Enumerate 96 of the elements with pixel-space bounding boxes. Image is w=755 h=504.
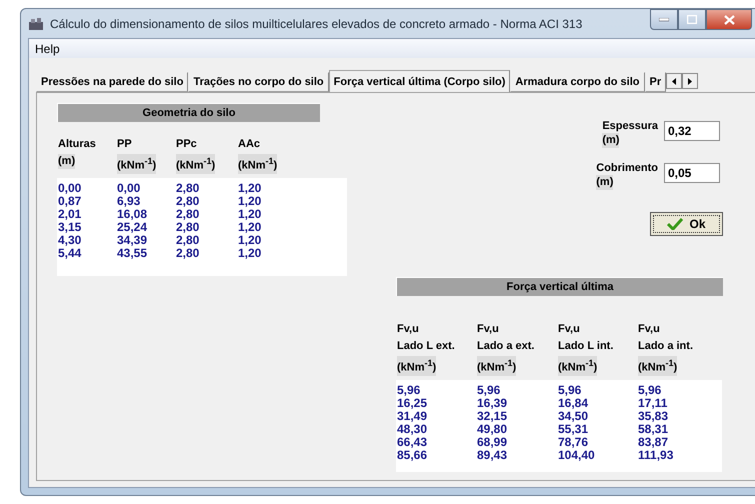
table-cell-text: 16,25 bbox=[396, 397, 428, 410]
window-title: Cálculo do dimensionamento de silos muilticelulares elevados de concreto armado - Norma ACI 313 bbox=[50, 16, 582, 30]
column-header: Fv,u bbox=[477, 322, 500, 336]
table-cell-text: 1,20 bbox=[237, 234, 262, 247]
table-cell-text: 68,99 bbox=[476, 436, 508, 449]
table-cell-text: 6,93 bbox=[116, 194, 142, 208]
unit-label: (m) bbox=[596, 175, 614, 190]
table-cell-text: 0,00 bbox=[116, 182, 142, 195]
column-header: Fv,u bbox=[397, 322, 420, 336]
tab[interactable]: Armadura corpo do silo bbox=[510, 72, 644, 92]
table-cell-text: 31,49 bbox=[396, 410, 428, 423]
table-cell-text: 1,20 bbox=[237, 220, 262, 234]
table-cell-text: 48,30 bbox=[396, 423, 428, 436]
scroll-right-button[interactable] bbox=[682, 73, 698, 89]
checkmark-icon bbox=[667, 218, 684, 230]
table-cell-text: 78,76 bbox=[557, 436, 590, 449]
input-field[interactable]: 0,32 bbox=[664, 121, 720, 141]
column-header: PP bbox=[117, 137, 133, 151]
table-cell-text: 89,43 bbox=[476, 449, 508, 462]
table-cell-text: 2,80 bbox=[175, 208, 200, 221]
table-cell-text: 16,08 bbox=[116, 208, 148, 221]
column-header: Fv,u bbox=[638, 322, 661, 336]
table-cell-text: 5,96 bbox=[557, 384, 582, 397]
unit-label: (kNm$^{-1}$) bbox=[397, 356, 436, 376]
table-cell-text: 4,30 bbox=[57, 234, 82, 247]
table-cell-text: 1,20 bbox=[237, 182, 262, 195]
column-header: Lado a int. bbox=[638, 339, 694, 354]
section-header: Força vertical última bbox=[396, 277, 723, 296]
right-triangle-icon bbox=[688, 78, 692, 84]
column-header: AAc bbox=[238, 137, 262, 151]
table-cell-text: 34,39 bbox=[116, 234, 148, 247]
field-label: Cobrimento bbox=[596, 161, 658, 175]
table-cell-text: 32,15 bbox=[476, 410, 508, 423]
table-cell-text: 83,87 bbox=[637, 436, 670, 449]
table-cell-text: 5,96 bbox=[396, 384, 422, 397]
table-cell-text: 66,43 bbox=[396, 436, 428, 449]
ok-button[interactable]: Ok bbox=[650, 212, 723, 236]
table-cell-text: 1,20 bbox=[237, 208, 262, 221]
table-cell-text: 1,20 bbox=[237, 246, 262, 260]
left-triangle-icon bbox=[672, 78, 676, 84]
unit-label: (m) bbox=[58, 154, 76, 169]
unit-label: (kNm$^{-1}$) bbox=[176, 154, 216, 174]
column-header: Alturas bbox=[58, 137, 97, 151]
input-field[interactable]: 0,05 bbox=[664, 163, 720, 183]
table-cell-text: 43,55 bbox=[116, 246, 148, 260]
tab[interactable]: Trações no corpo do silo bbox=[188, 72, 329, 92]
table-cell-text: 5,96 bbox=[476, 384, 502, 397]
minimize-button[interactable] bbox=[650, 9, 678, 30]
unit-label: (kNm$^{-1}$) bbox=[477, 356, 516, 376]
table-cell-text: 55,31 bbox=[557, 423, 590, 436]
table-cell-text: 5,44 bbox=[57, 246, 82, 260]
table-cell-text: 17,11 bbox=[637, 397, 668, 410]
column-header: Lado L int. bbox=[558, 339, 614, 354]
table-cell-text: 2,80 bbox=[175, 234, 200, 247]
table-cell-text: 2,80 bbox=[175, 220, 200, 234]
tab[interactable]: Pressões na parede do silo bbox=[36, 72, 188, 92]
column-header: PPc bbox=[176, 137, 198, 151]
table-cell-text: 58,31 bbox=[637, 423, 670, 436]
table-cell-text: 35,83 bbox=[637, 410, 670, 423]
column-header: Lado a ext. bbox=[477, 339, 536, 354]
tab[interactable]: Pr bbox=[644, 72, 666, 92]
maximize-button[interactable] bbox=[678, 9, 706, 30]
unit-label: (kNm$^{-1}$) bbox=[238, 154, 278, 174]
maximize-icon bbox=[687, 15, 697, 24]
app-icon bbox=[28, 16, 44, 30]
section-header: Geometria do silo bbox=[57, 103, 320, 122]
unit-label: (kNm$^{-1}$) bbox=[558, 356, 598, 376]
table-cell-text: 2,80 bbox=[175, 182, 200, 195]
close-icon bbox=[724, 14, 734, 24]
table-cell-text: 16,84 bbox=[557, 397, 590, 410]
tab[interactable]: Força vertical última (Corpo silo) bbox=[328, 70, 510, 92]
column-header: Lado L ext. bbox=[397, 339, 456, 354]
table-cell-text: 104,40 bbox=[557, 449, 596, 462]
table-cell-text: 16,39 bbox=[476, 397, 508, 410]
unit-label: (m) bbox=[602, 133, 620, 148]
table-cell-text: 2,80 bbox=[175, 246, 200, 260]
table-cell-text: 3,15 bbox=[57, 220, 82, 234]
scroll-left-button[interactable] bbox=[666, 73, 682, 89]
table-cell-text: 34,50 bbox=[557, 410, 590, 423]
table-cell-text: 0,87 bbox=[57, 194, 82, 208]
table-cell-text: 0,00 bbox=[57, 182, 82, 195]
table-cell-text: 25,24 bbox=[116, 220, 148, 234]
table-cell-text: 1,20 bbox=[237, 194, 262, 208]
table-cell-text: 2,80 bbox=[175, 194, 200, 208]
close-button[interactable] bbox=[706, 9, 752, 30]
unit-label: (kNm$^{-1}$) bbox=[638, 356, 678, 376]
table-cell-text: 2,01 bbox=[57, 208, 82, 221]
unit-label: (kNm$^{-1}$) bbox=[117, 154, 156, 174]
table-cell-text: 85,66 bbox=[396, 449, 428, 462]
table-cell-text: 49,80 bbox=[476, 423, 508, 436]
table-cell-text: 5,96 bbox=[637, 384, 662, 397]
column-header: Fv,u bbox=[558, 322, 581, 336]
menu-item[interactable]: Help bbox=[29, 42, 66, 56]
minimize-icon bbox=[659, 18, 669, 22]
field-label: Espessura bbox=[602, 119, 658, 133]
table-cell-text: 111,93 bbox=[637, 449, 674, 462]
